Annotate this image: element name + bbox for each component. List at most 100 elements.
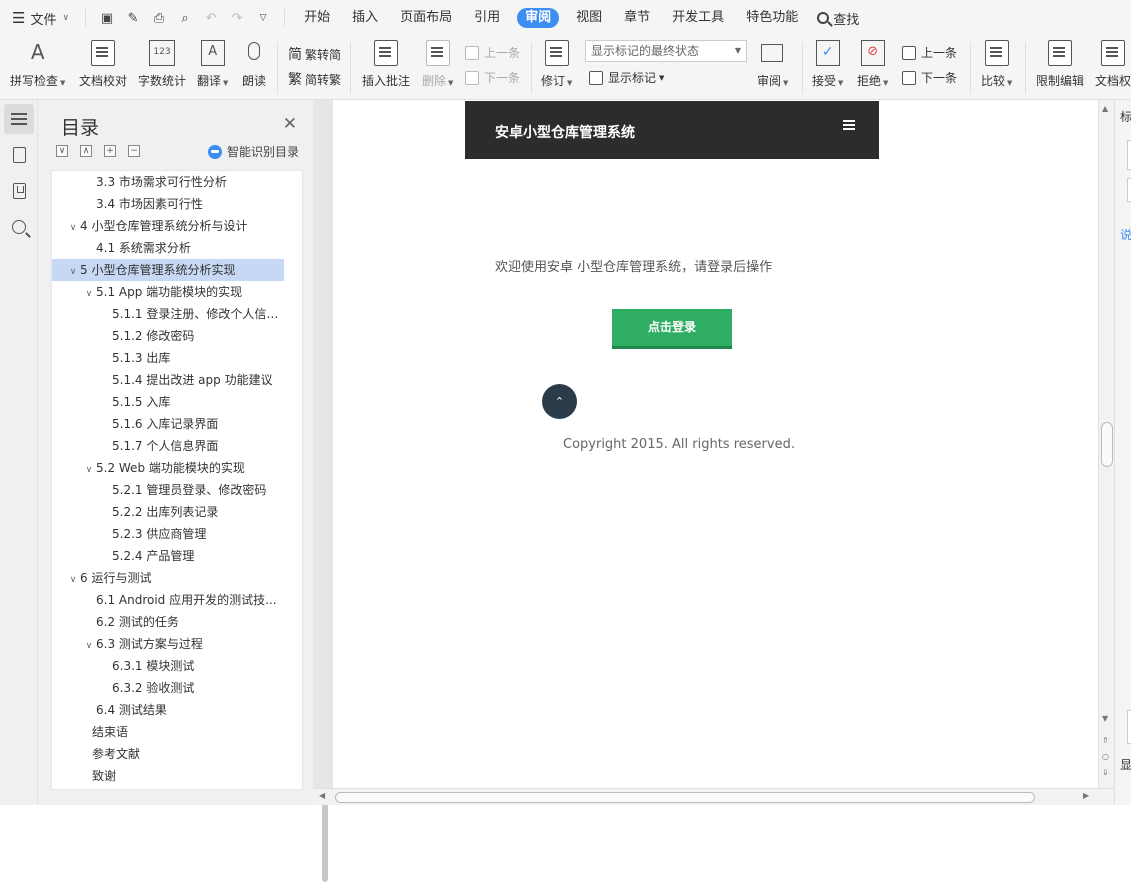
toc-item[interactable]: 5.2.2 出库列表记录 <box>52 501 284 523</box>
toc-item[interactable]: 5.1.4 提出改进 app 功能建议 <box>52 369 284 391</box>
doc-rights-button[interactable]: 文档权 <box>1095 40 1131 89</box>
toc-item[interactable]: 致谢 <box>52 765 284 787</box>
scroll-down-icon[interactable]: ▼ <box>1102 714 1108 723</box>
tab-section[interactable]: 章节 <box>613 0 661 36</box>
panel-input[interactable] <box>1127 140 1131 170</box>
toc-item[interactable]: 3.4 市场因素可行性 <box>52 193 284 215</box>
toc-item[interactable]: 6.3.2 验收测试 <box>52 677 284 699</box>
bookmark-icon <box>12 183 26 199</box>
tab-insert[interactable]: 插入 <box>341 0 389 36</box>
toc-item[interactable]: 4.1 系统需求分析 <box>52 237 284 259</box>
toc-item[interactable]: 5.2.3 供应商管理 <box>52 523 284 545</box>
toc-item[interactable]: ∨ 5.1 App 端功能模块的实现 <box>52 281 284 303</box>
collapse-down-icon[interactable]: ∨ <box>56 145 68 157</box>
smart-toc-button[interactable]: 智能识别目录 <box>207 143 299 160</box>
toc-item[interactable]: ∨ 6.3 测试方案与过程 <box>52 633 284 655</box>
toc-item[interactable]: 参考文献 <box>52 743 284 765</box>
compare-button[interactable]: 比较 ▼ <box>981 40 1012 89</box>
toc-item[interactable]: 6.1 Android 应用开发的测试技... <box>52 589 284 611</box>
restrict-edit-button[interactable]: 限制编辑 <box>1036 40 1084 89</box>
chevron-down-icon[interactable]: ∨ <box>66 569 80 589</box>
panel-input[interactable] <box>1127 178 1131 202</box>
toc-item[interactable]: 3.3 市场需求可行性分析 <box>52 171 284 193</box>
file-menu[interactable]: ☰ 文件 ∨ <box>0 0 77 36</box>
redo-icon[interactable]: ↷ <box>226 7 248 29</box>
scroll-left-icon[interactable]: ◀ <box>319 791 325 800</box>
chevron-down-icon[interactable]: ∨ <box>66 217 80 237</box>
chevron-down-icon[interactable]: ∨ <box>66 261 80 281</box>
toc-item[interactable]: 5.2.4 产品管理 <box>52 545 284 567</box>
collapse-up-icon[interactable]: ∧ <box>80 145 92 157</box>
scroll-right-icon[interactable]: ▶ <box>1083 791 1089 800</box>
toc-item[interactable]: 6.3.1 模块测试 <box>52 655 284 677</box>
spell-check-button[interactable]: A 拼写检查 ▼ <box>10 40 65 89</box>
tab-review[interactable]: 审阅 <box>517 8 560 28</box>
close-icon[interactable]: ✕ <box>283 114 297 134</box>
scroll-thumb[interactable] <box>335 792 1035 803</box>
read-aloud-button[interactable]: 朗读 <box>242 40 266 89</box>
collapse-minus-icon[interactable]: − <box>128 145 140 157</box>
toc-item[interactable]: ∨ 4 小型仓库管理系统分析与设计 <box>52 215 284 237</box>
page-view-button[interactable] <box>4 140 34 170</box>
tab-features[interactable]: 特色功能 <box>735 0 809 36</box>
prev-comment-button[interactable]: 上一条 <box>465 44 520 61</box>
chevron-down-icon[interactable]: ∨ <box>82 459 96 479</box>
toc-item[interactable]: 5.1.6 入库记录界面 <box>52 413 284 435</box>
toc-item[interactable]: ∨ 5 小型仓库管理系统分析实现 <box>52 259 284 281</box>
bookmark-view-button[interactable] <box>4 176 34 206</box>
accept-button[interactable]: ✓ 接受 ▼ <box>812 40 843 89</box>
find-button[interactable]: 查找 <box>809 9 867 28</box>
login-button-image: 点击登录 <box>612 309 732 349</box>
print-preview-icon[interactable]: ⌕ <box>174 7 196 29</box>
review-pane-button[interactable]: 审阅 ▼ <box>757 40 788 89</box>
toc-item[interactable]: 5.1.5 入库 <box>52 391 284 413</box>
horizontal-scrollbar[interactable]: ◀ ▶ <box>313 788 1114 805</box>
tab-developer[interactable]: 开发工具 <box>661 0 735 36</box>
track-changes-button[interactable]: 修订 ▼ <box>541 40 572 89</box>
toc-item[interactable]: 5.1.7 个人信息界面 <box>52 435 284 457</box>
vertical-scrollbar[interactable]: ▲ ▼ ⇑ ○ ⇓ <box>1098 100 1114 788</box>
tab-references[interactable]: 引用 <box>463 0 511 36</box>
print-icon[interactable]: ⎙ <box>148 7 170 29</box>
next-comment-button[interactable]: 下一条 <box>465 69 520 86</box>
toc-item[interactable]: 结束语 <box>52 721 284 743</box>
toc-item[interactable]: 5.2.1 管理员登录、修改密码 <box>52 479 284 501</box>
panel-input[interactable] <box>1127 710 1131 744</box>
format-painter-icon[interactable]: ✎ <box>122 7 144 29</box>
delete-comment-button[interactable]: 删除 ▼ <box>422 40 453 89</box>
undo-icon[interactable]: ↶ <box>200 7 222 29</box>
chevron-down-icon[interactable]: ∨ <box>82 635 96 655</box>
show-markup-button[interactable]: 显示标记 ▼ <box>589 69 664 86</box>
toc-view-button[interactable] <box>4 104 34 134</box>
select-browse-icon[interactable]: ○ <box>1102 752 1109 761</box>
prev-change-button[interactable]: 上一条 <box>902 44 957 61</box>
translate-button[interactable]: A 翻译 ▼ <box>197 40 228 89</box>
toc-item[interactable]: ∨ 6 运行与测试 <box>52 567 284 589</box>
scroll-thumb[interactable] <box>1101 422 1113 467</box>
next-page-icon[interactable]: ⇓ <box>1102 768 1109 777</box>
toc-item[interactable]: 5.1.3 出库 <box>52 347 284 369</box>
toc-item[interactable]: 6.2 测试的任务 <box>52 611 284 633</box>
next-change-button[interactable]: 下一条 <box>902 69 957 86</box>
markup-state-select[interactable]: 显示标记的最终状态 ▼ <box>585 40 747 62</box>
toc-item[interactable]: 5.1.2 修改密码 <box>52 325 284 347</box>
toc-item[interactable]: ∨ 5.2 Web 端功能模块的实现 <box>52 457 284 479</box>
toc-item[interactable]: 5.1.1 登录注册、修改个人信息... <box>52 303 284 325</box>
prev-page-icon[interactable]: ⇑ <box>1102 736 1109 745</box>
chevron-down-icon[interactable]: ∨ <box>82 283 96 303</box>
reject-button[interactable]: ⊘ 拒绝 ▼ <box>857 40 888 89</box>
more-icon[interactable]: ▽ <box>252 7 274 29</box>
doc-proof-button[interactable]: 文档校对 <box>79 40 127 89</box>
toc-item[interactable]: 6.4 测试结果 <box>52 699 284 721</box>
expand-plus-icon[interactable]: + <box>104 145 116 157</box>
scroll-up-icon[interactable]: ▲ <box>1102 104 1108 113</box>
insert-comment-button[interactable]: 插入批注 <box>362 40 410 89</box>
trad-to-simp-button[interactable]: 简繁转简 <box>288 44 341 64</box>
save-icon[interactable]: ▣ <box>96 7 118 29</box>
tab-view[interactable]: 视图 <box>565 0 613 36</box>
find-replace-button[interactable] <box>4 212 34 242</box>
tab-page-layout[interactable]: 页面布局 <box>389 0 463 36</box>
tab-home[interactable]: 开始 <box>293 0 341 36</box>
simp-to-trad-button[interactable]: 繁简转繁 <box>288 69 341 89</box>
word-count-button[interactable]: 123 字数统计 <box>138 40 186 89</box>
